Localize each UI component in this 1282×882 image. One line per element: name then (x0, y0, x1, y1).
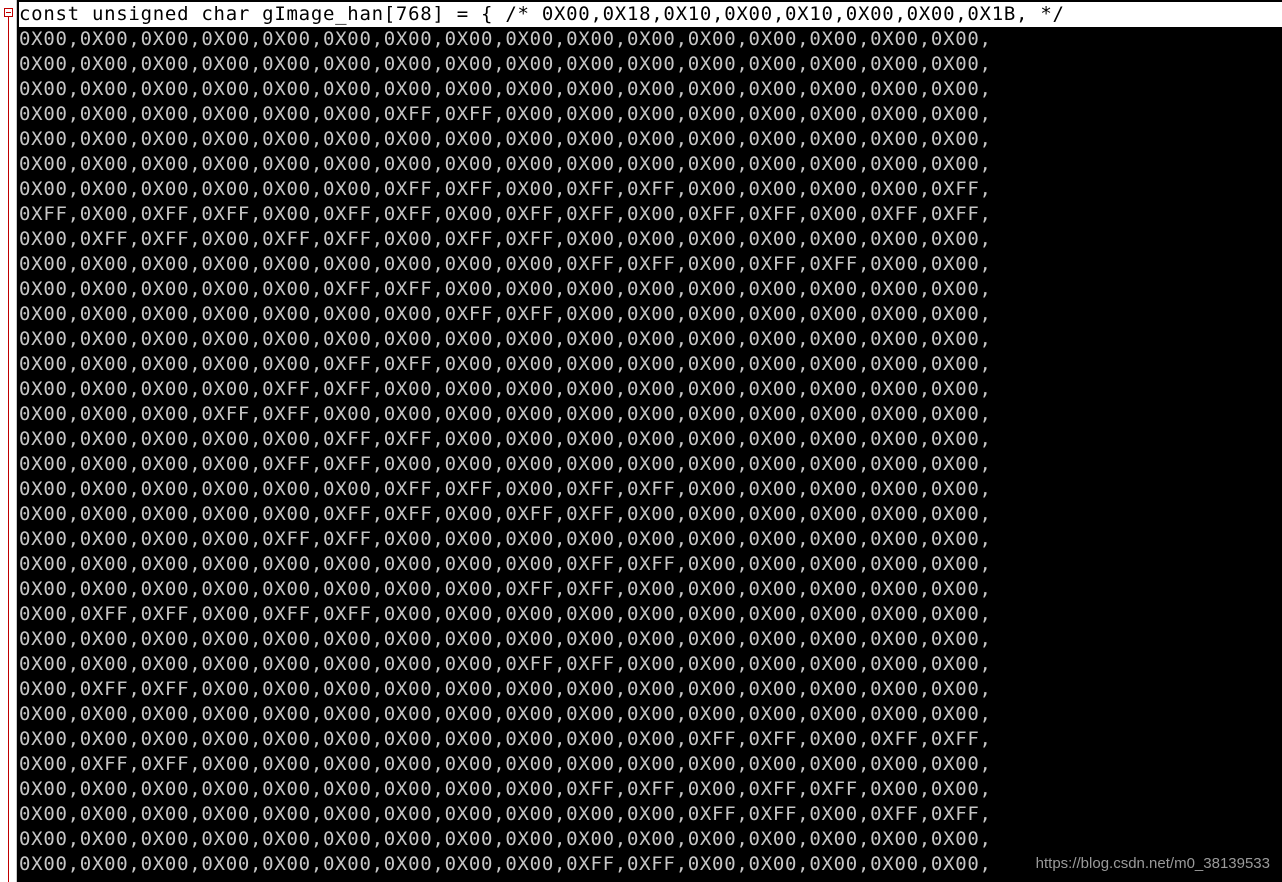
code-line[interactable]: 0X00,0X00,0X00,0X00,0X00,0XFF,0XFF,0X00,… (19, 427, 1282, 452)
code-line[interactable]: 0X00,0XFF,0XFF,0X00,0X00,0X00,0X00,0X00,… (19, 752, 1282, 777)
fold-gutter (0, 0, 17, 882)
code-line[interactable]: 0X00,0X00,0X00,0X00,0X00,0XFF,0XFF,0X00,… (19, 352, 1282, 377)
code-line[interactable]: 0X00,0X00,0X00,0X00,0XFF,0XFF,0X00,0X00,… (19, 377, 1282, 402)
code-line[interactable]: 0X00,0XFF,0XFF,0X00,0XFF,0XFF,0X00,0X00,… (19, 602, 1282, 627)
code-line[interactable]: 0X00,0X00,0X00,0X00,0XFF,0XFF,0X00,0X00,… (19, 527, 1282, 552)
collapse-minus-icon[interactable] (4, 8, 13, 17)
watermark-url: https://blog.csdn.net/m0_38139533 (1033, 855, 1272, 872)
code-line[interactable]: 0X00,0X00,0X00,0XFF,0XFF,0X00,0X00,0X00,… (19, 402, 1282, 427)
code-line-declaration[interactable]: const unsigned char gImage_han[768] = { … (19, 2, 1282, 27)
code-line[interactable]: 0X00,0X00,0X00,0X00,0X00,0XFF,0XFF,0X00,… (19, 502, 1282, 527)
code-line[interactable]: 0X00,0X00,0X00,0X00,0X00,0X00,0XFF,0XFF,… (19, 177, 1282, 202)
code-line[interactable]: 0X00,0X00,0X00,0X00,0X00,0X00,0X00,0X00,… (19, 777, 1282, 802)
code-text-area[interactable]: const unsigned char gImage_han[768] = { … (19, 2, 1282, 877)
code-line[interactable]: 0X00,0X00,0X00,0X00,0X00,0X00,0X00,0X00,… (19, 127, 1282, 152)
code-line[interactable]: 0XFF,0X00,0XFF,0XFF,0X00,0XFF,0XFF,0X00,… (19, 202, 1282, 227)
code-line[interactable]: 0X00,0X00,0X00,0X00,0X00,0X00,0X00,0X00,… (19, 327, 1282, 352)
code-line[interactable]: 0X00,0X00,0X00,0X00,0X00,0X00,0X00,0X00,… (19, 52, 1282, 77)
code-line[interactable]: 0X00,0X00,0X00,0X00,0X00,0X00,0X00,0X00,… (19, 77, 1282, 102)
code-line[interactable]: 0X00,0X00,0X00,0X00,0X00,0X00,0X00,0X00,… (19, 27, 1282, 52)
code-line[interactable]: 0X00,0X00,0X00,0X00,0X00,0X00,0X00,0X00,… (19, 652, 1282, 677)
code-line[interactable]: 0X00,0X00,0X00,0X00,0X00,0X00,0X00,0X00,… (19, 827, 1282, 852)
code-line[interactable]: 0X00,0XFF,0XFF,0X00,0X00,0X00,0X00,0X00,… (19, 677, 1282, 702)
code-line[interactable]: 0X00,0X00,0X00,0X00,0X00,0X00,0X00,0X00,… (19, 627, 1282, 652)
code-line[interactable]: 0X00,0X00,0X00,0X00,0X00,0X00,0X00,0X00,… (19, 577, 1282, 602)
code-line[interactable]: 0X00,0X00,0X00,0X00,0X00,0XFF,0XFF,0X00,… (19, 277, 1282, 302)
code-editor[interactable]: const unsigned char gImage_han[768] = { … (0, 0, 1282, 882)
code-line[interactable]: 0X00,0X00,0X00,0X00,0X00,0X00,0XFF,0XFF,… (19, 477, 1282, 502)
code-line[interactable]: 0X00,0X00,0X00,0X00,0X00,0X00,0X00,0X00,… (19, 252, 1282, 277)
code-line[interactable]: 0X00,0X00,0X00,0X00,0X00,0X00,0X00,0XFF,… (19, 302, 1282, 327)
code-line[interactable]: 0X00,0X00,0X00,0X00,0X00,0X00,0X00,0X00,… (19, 552, 1282, 577)
code-line[interactable]: 0X00,0X00,0X00,0X00,0X00,0X00,0X00,0X00,… (19, 727, 1282, 752)
code-line[interactable]: 0X00,0XFF,0XFF,0X00,0XFF,0XFF,0X00,0XFF,… (19, 227, 1282, 252)
code-line[interactable]: 0X00,0X00,0X00,0X00,0XFF,0XFF,0X00,0X00,… (19, 452, 1282, 477)
code-line[interactable]: 0X00,0X00,0X00,0X00,0X00,0X00,0X00,0X00,… (19, 152, 1282, 177)
code-line[interactable]: 0X00,0X00,0X00,0X00,0X00,0X00,0X00,0X00,… (19, 802, 1282, 827)
code-line[interactable]: 0X00,0X00,0X00,0X00,0X00,0X00,0X00,0X00,… (19, 702, 1282, 727)
fold-range-line (8, 17, 9, 882)
code-line[interactable]: 0X00,0X00,0X00,0X00,0X00,0X00,0XFF,0XFF,… (19, 102, 1282, 127)
